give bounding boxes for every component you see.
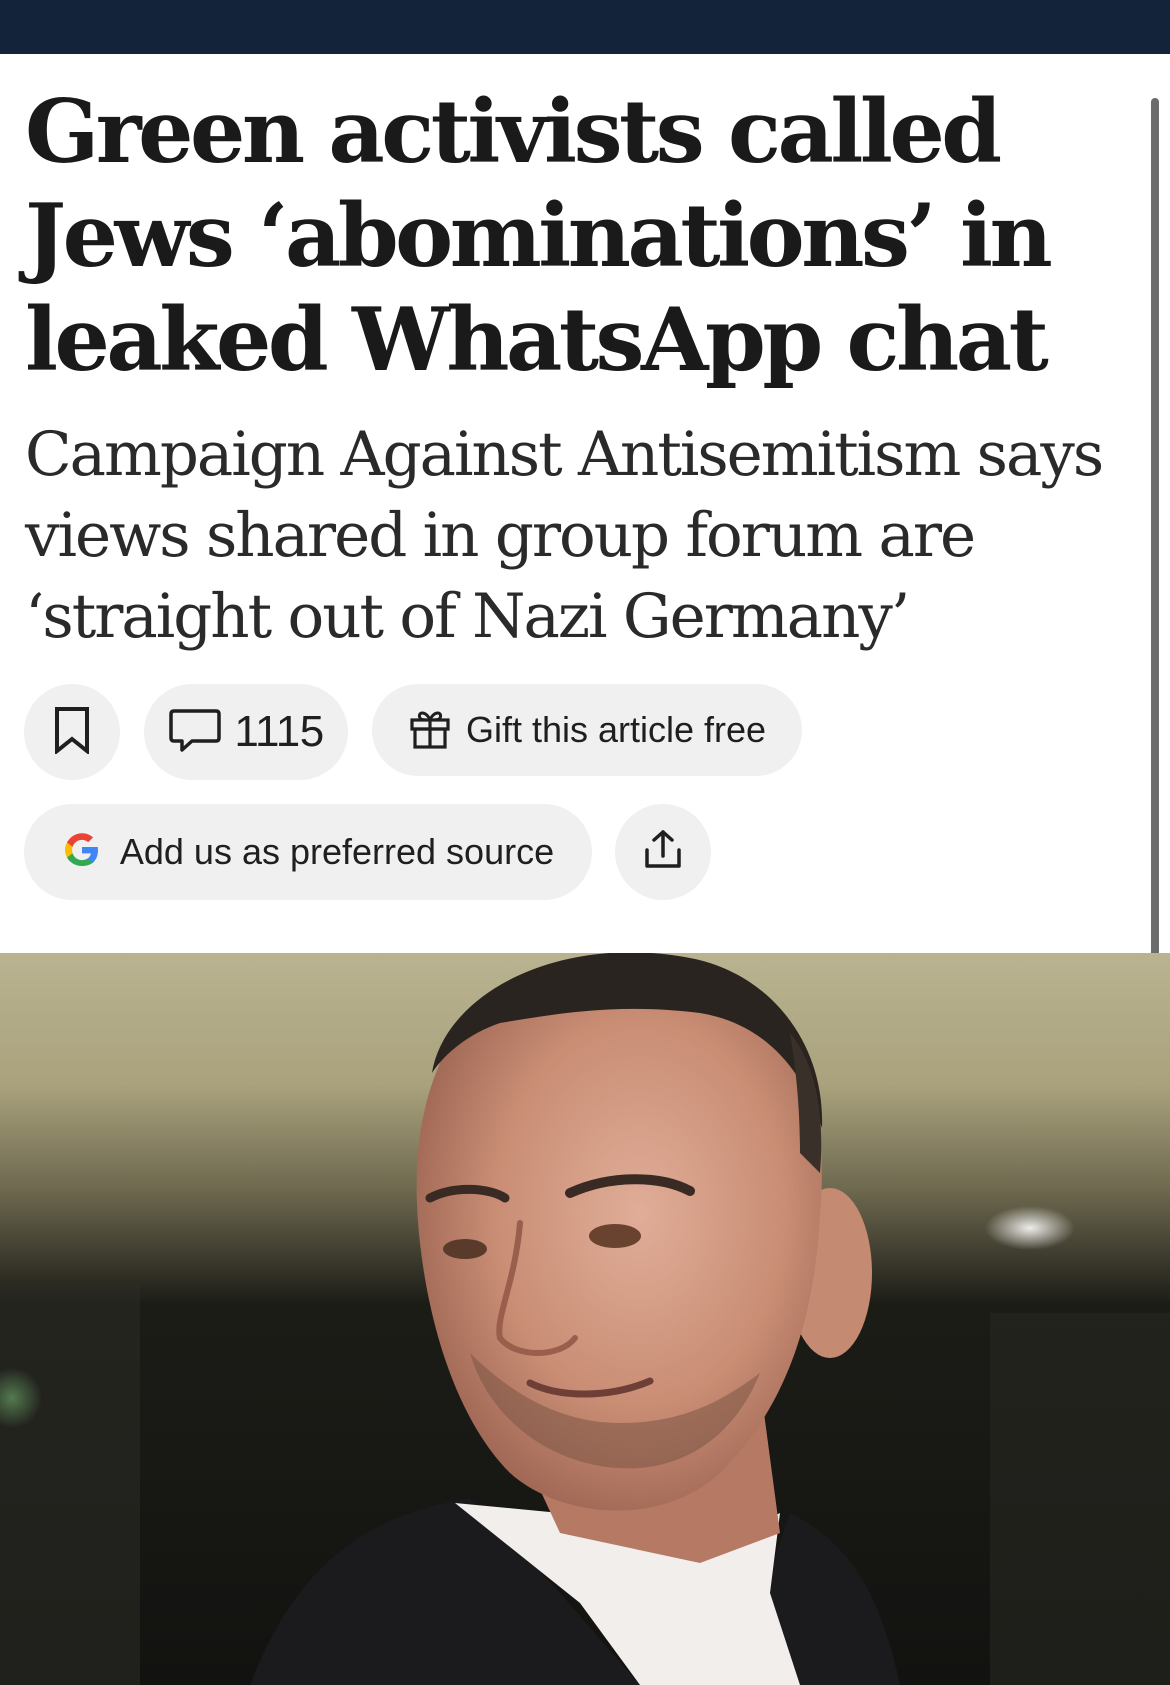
preferred-source-label: Add us as preferred source bbox=[119, 831, 555, 872]
share-icon bbox=[641, 828, 685, 877]
bookmark-icon bbox=[52, 706, 92, 759]
gift-article-label: Gift this article free bbox=[465, 709, 767, 750]
share-button[interactable] bbox=[615, 804, 711, 900]
bookmark-button[interactable] bbox=[24, 684, 120, 780]
article-lead-photo bbox=[0, 953, 1170, 1685]
comment-bubble-icon bbox=[168, 706, 222, 759]
article-standfirst: Campaign Against Antisemitism says views… bbox=[25, 419, 1104, 652]
top-bar bbox=[0, 0, 1170, 54]
google-logo-icon bbox=[62, 830, 102, 875]
article-page: Green activists called Jews ‘abomination… bbox=[0, 0, 1170, 1685]
comment-count: 1115 bbox=[234, 707, 324, 756]
scrollbar[interactable] bbox=[1151, 98, 1159, 978]
gift-article-button[interactable]: Gift this article free bbox=[372, 684, 802, 776]
article-headline: Green activists called Jews ‘abomination… bbox=[25, 80, 1053, 391]
portrait-illustration bbox=[0, 953, 1170, 1685]
comments-button[interactable]: 1115 bbox=[144, 684, 348, 780]
gift-icon bbox=[408, 706, 452, 755]
preferred-source-button[interactable]: Add us as preferred source bbox=[24, 804, 592, 900]
